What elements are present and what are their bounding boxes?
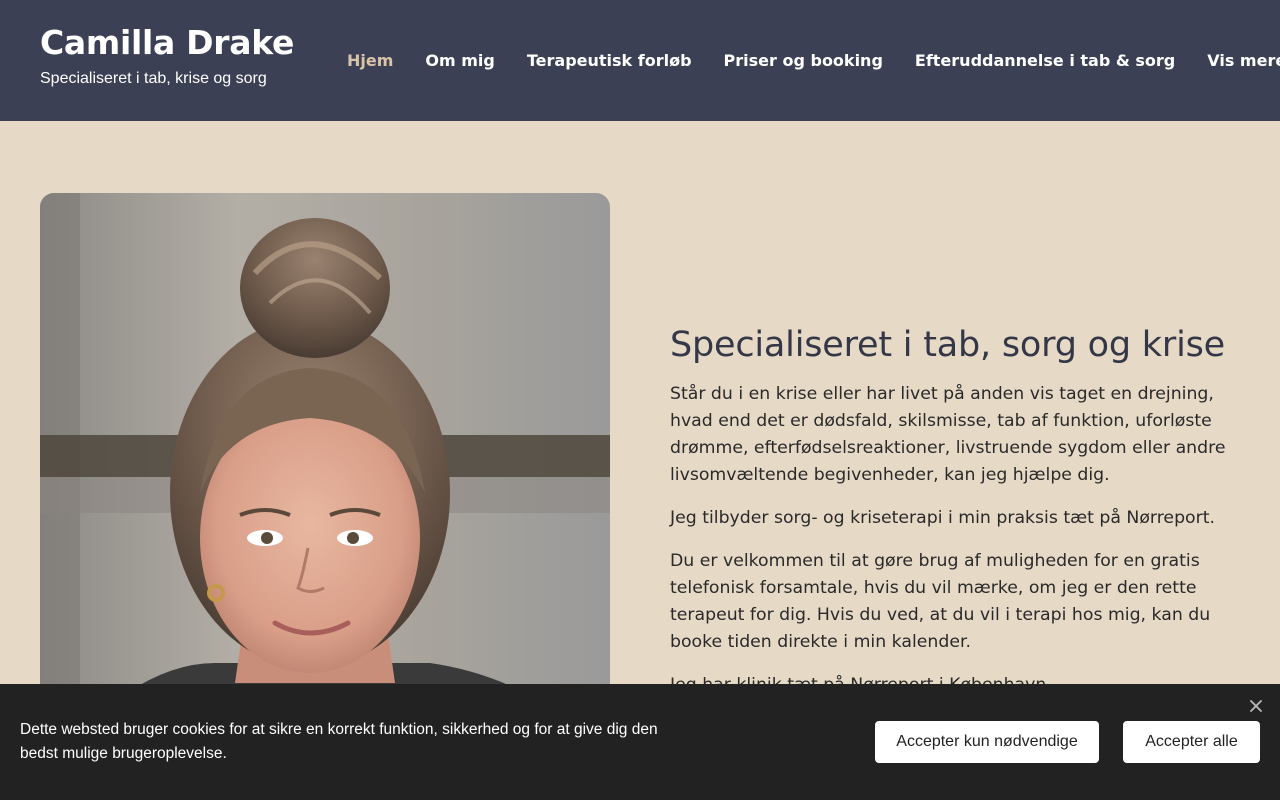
hero-paragraph: Står du i en krise eller har livet på an… [670,384,1226,485]
nav-item-vis-mere[interactable]: Vis mere [1207,51,1280,70]
site-header: Camilla Drake Specialiseret i tab, krise… [0,0,1280,121]
nav-item-terapeutisk-forlob[interactable]: Terapeutisk forløb [527,51,692,70]
portrait-photo [40,193,610,713]
close-icon[interactable] [1248,698,1264,714]
hero-paragraph: Du er velkommen til at gøre brug af muli… [670,551,1211,652]
site-title[interactable]: Camilla Drake [40,22,294,64]
nav-item-priser-og-booking[interactable]: Priser og booking [724,51,883,70]
nav-item-efteruddannelse[interactable]: Efteruddannelse i tab & sorg [915,51,1175,70]
nav-item-vis-mere-label: Vis mere [1207,50,1280,70]
main-nav: Hjem Om mig Terapeutisk forløb Priser og… [347,48,1280,72]
portrait-illustration [40,193,610,713]
brand[interactable]: Camilla Drake Specialiseret i tab, krise… [40,22,294,88]
cookie-banner: Dette websted bruger cookies for at sikr… [0,684,1280,800]
site-tagline: Specialiseret i tab, krise og sorg [40,70,267,87]
cookie-text: Dette websted bruger cookies for at sikr… [20,721,658,762]
hero-content: Specialiseret i tab, sorg og krise Står … [670,322,1240,715]
accept-necessary-button[interactable]: Accepter kun nødvendige [875,721,1099,763]
nav-item-om-mig[interactable]: Om mig [425,51,494,70]
hero-paragraph: Jeg tilbyder sorg- og kriseterapi i min … [670,508,1215,528]
hero-heading: Specialiseret i tab, sorg og krise [670,325,1225,365]
nav-item-hjem[interactable]: Hjem [347,51,393,70]
accept-all-button[interactable]: Accepter alle [1123,721,1260,763]
